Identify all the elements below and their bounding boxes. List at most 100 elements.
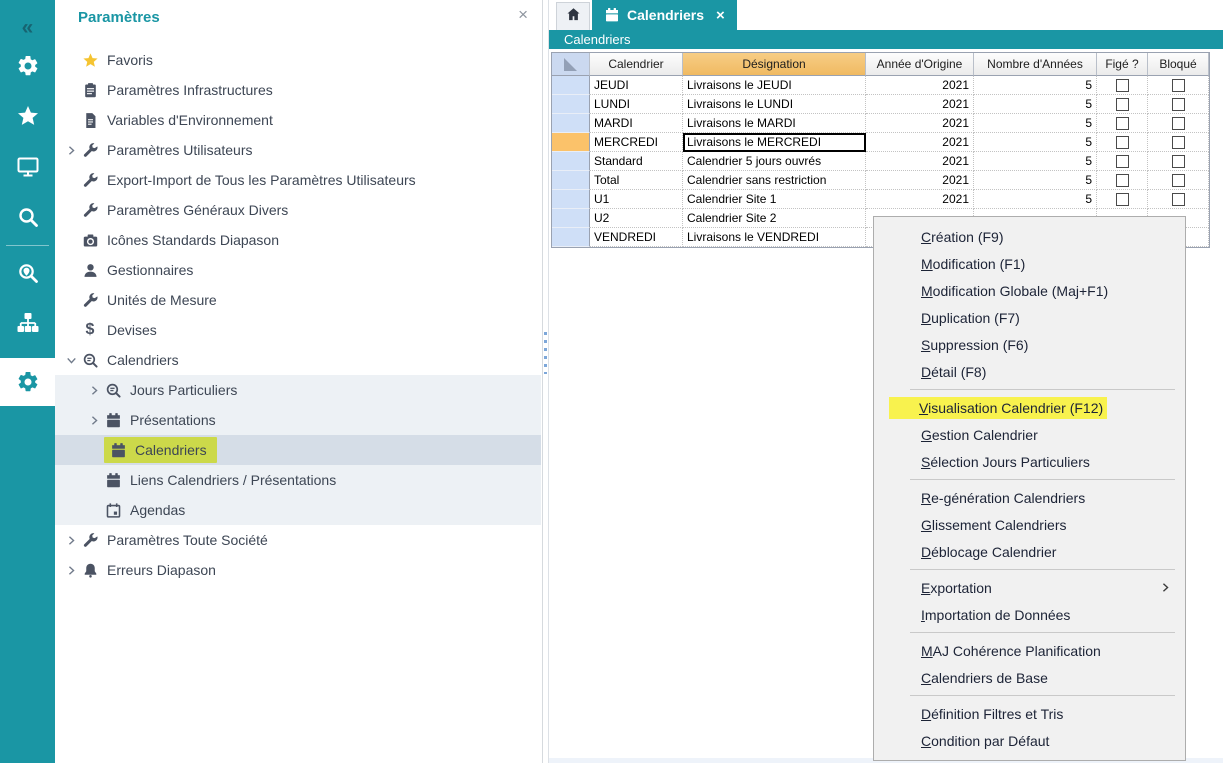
row-selector[interactable] bbox=[552, 133, 590, 152]
rail-button-favorites[interactable] bbox=[0, 94, 55, 138]
sidebar-item-liens-calendriers-presentations[interactable]: Liens Calendriers / Présentations bbox=[55, 465, 541, 495]
menu-item-maj-coherence-planification[interactable]: MAJ Cohérence Planification bbox=[874, 637, 1185, 664]
menu-item-duplication-f7[interactable]: Duplication (F7) bbox=[874, 304, 1185, 331]
rail-button-hierarchy[interactable] bbox=[0, 301, 55, 345]
row-selector[interactable] bbox=[552, 95, 590, 114]
fige-checkbox[interactable] bbox=[1116, 79, 1129, 92]
helm-icon bbox=[16, 54, 40, 78]
table-row-jeudi[interactable]: JEUDILivraisons le JEUDI20215 bbox=[552, 76, 1209, 95]
sidebar-item-gestionnaires[interactable]: Gestionnaires bbox=[55, 255, 541, 285]
menu-separator bbox=[910, 695, 1175, 696]
table-row-u1[interactable]: U1Calendrier Site 120215 bbox=[552, 190, 1209, 209]
table-row-mardi[interactable]: MARDILivraisons le MARDI20215 bbox=[552, 114, 1209, 133]
column-header-fige[interactable]: Figé ? bbox=[1097, 53, 1148, 76]
sidebar-item-unites-de-mesure[interactable]: Unités de Mesure bbox=[55, 285, 541, 315]
table-row-mercredi[interactable]: MERCREDILivraisons le MERCREDI20215 bbox=[552, 133, 1209, 152]
menu-item-glissement-calendriers[interactable]: Glissement Calendriers bbox=[874, 511, 1185, 538]
menu-item-detail-f8[interactable]: Détail (F8) bbox=[874, 358, 1185, 385]
sidebar-item-presentations[interactable]: Présentations bbox=[55, 405, 541, 435]
column-header-designation[interactable]: Désignation bbox=[683, 53, 866, 76]
wrench-icon bbox=[81, 531, 99, 549]
close-icon[interactable]: × bbox=[716, 7, 725, 24]
column-header-calendrier[interactable]: Calendrier bbox=[590, 53, 683, 76]
bloque-checkbox[interactable] bbox=[1172, 117, 1185, 130]
cell-bloque bbox=[1148, 171, 1209, 190]
chevron-right-icon[interactable] bbox=[86, 382, 102, 398]
sidebar-item-jours-particuliers[interactable]: Jours Particuliers bbox=[55, 375, 541, 405]
sidebar-item-calendriers[interactable]: Calendriers bbox=[55, 435, 541, 465]
bloque-checkbox[interactable] bbox=[1172, 193, 1185, 206]
sidebar-item-parametres-toute-societe[interactable]: Paramètres Toute Société bbox=[55, 525, 541, 555]
menu-item-definition-filtres-et-tris[interactable]: Définition Filtres et Tris bbox=[874, 700, 1185, 727]
rail-button-modules[interactable] bbox=[0, 44, 55, 88]
sidebar-item-label: Devises bbox=[107, 322, 157, 338]
rail-button-search-location[interactable] bbox=[0, 251, 55, 295]
sidebar-item-variables-d-environnement[interactable]: Variables d'Environnement bbox=[55, 105, 541, 135]
chevron-down-icon[interactable] bbox=[63, 352, 79, 368]
fige-checkbox[interactable] bbox=[1116, 136, 1129, 149]
bloque-checkbox[interactable] bbox=[1172, 174, 1185, 187]
menu-item-visualisation-calendrier-f12[interactable]: Visualisation Calendrier (F12) bbox=[874, 394, 1185, 421]
bloque-checkbox[interactable] bbox=[1172, 155, 1185, 168]
chevron-right-icon[interactable] bbox=[63, 142, 79, 158]
splitter-grip-icon bbox=[544, 332, 547, 374]
menu-item-creation-f9[interactable]: Création (F9) bbox=[874, 223, 1185, 250]
row-selector[interactable] bbox=[552, 171, 590, 190]
row-selector[interactable] bbox=[552, 228, 590, 247]
row-selector[interactable] bbox=[552, 76, 590, 95]
rail-button-display[interactable] bbox=[0, 145, 55, 189]
menu-item-label: Exportation bbox=[919, 578, 994, 598]
menu-item-calendriers-de-base[interactable]: Calendriers de Base bbox=[874, 664, 1185, 691]
chevron-right-icon[interactable] bbox=[86, 412, 102, 428]
row-selector[interactable] bbox=[552, 190, 590, 209]
menu-item-selection-jours-particuliers[interactable]: Sélection Jours Particuliers bbox=[874, 448, 1185, 475]
table-row-total[interactable]: TotalCalendrier sans restriction20215 bbox=[552, 171, 1209, 190]
sidebar-item-favoris[interactable]: Favoris bbox=[55, 45, 541, 75]
menu-item-modification-globale-maj-f1[interactable]: Modification Globale (Maj+F1) bbox=[874, 277, 1185, 304]
table-row-lundi[interactable]: LUNDILivraisons le LUNDI20215 bbox=[552, 95, 1209, 114]
bloque-checkbox[interactable] bbox=[1172, 98, 1185, 111]
sidebar-item-parametres-infrastructures[interactable]: Paramètres Infrastructures bbox=[55, 75, 541, 105]
sidebar-item-devises[interactable]: $Devises bbox=[55, 315, 541, 345]
tab-home[interactable] bbox=[556, 2, 590, 30]
fige-checkbox[interactable] bbox=[1116, 117, 1129, 130]
row-selector[interactable] bbox=[552, 114, 590, 133]
fige-checkbox[interactable] bbox=[1116, 155, 1129, 168]
tab-calendriers[interactable]: Calendriers × bbox=[592, 0, 737, 30]
chevron-right-icon[interactable] bbox=[63, 562, 79, 578]
row-selector[interactable] bbox=[552, 209, 590, 228]
sidebar-item-calendriers[interactable]: Calendriers bbox=[55, 345, 541, 375]
menu-item-exportation[interactable]: Exportation bbox=[874, 574, 1185, 601]
select-all-header[interactable] bbox=[552, 53, 590, 76]
sidebar-item-icones-standards-diapason[interactable]: Icônes Standards Diapason bbox=[55, 225, 541, 255]
fige-checkbox[interactable] bbox=[1116, 174, 1129, 187]
menu-item-label: Calendriers de Base bbox=[919, 668, 1050, 688]
sidebar-item-export-import-de-tous-les-parametres-utilisateurs[interactable]: Export-Import de Tous les Paramètres Uti… bbox=[55, 165, 541, 195]
bloque-checkbox[interactable] bbox=[1172, 79, 1185, 92]
menu-item-modification-f1[interactable]: Modification (F1) bbox=[874, 250, 1185, 277]
chevron-right-icon[interactable] bbox=[63, 532, 79, 548]
menu-item-gestion-calendrier[interactable]: Gestion Calendrier bbox=[874, 421, 1185, 448]
menu-item-condition-par-defaut[interactable]: Condition par Défaut bbox=[874, 727, 1185, 754]
column-header-bloque[interactable]: Bloqué bbox=[1148, 53, 1209, 76]
close-icon[interactable]: × bbox=[518, 6, 528, 23]
rail-button-settings[interactable] bbox=[0, 358, 55, 406]
fige-checkbox[interactable] bbox=[1116, 193, 1129, 206]
fige-checkbox[interactable] bbox=[1116, 98, 1129, 111]
menu-item-deblocage-calendrier[interactable]: Déblocage Calendrier bbox=[874, 538, 1185, 565]
column-header-nombre-d-annees[interactable]: Nombre d'Années bbox=[974, 53, 1097, 76]
sidebar-item-parametres-utilisateurs[interactable]: Paramètres Utilisateurs bbox=[55, 135, 541, 165]
sidebar-item-erreurs-diapason[interactable]: Erreurs Diapason bbox=[55, 555, 541, 585]
select-all-triangle-icon bbox=[564, 58, 577, 71]
column-header-annee-d-origine[interactable]: Année d'Origine bbox=[866, 53, 974, 76]
bloque-checkbox[interactable] bbox=[1172, 136, 1185, 149]
row-selector[interactable] bbox=[552, 152, 590, 171]
sidebar-item-parametres-generaux-divers[interactable]: Paramètres Généraux Divers bbox=[55, 195, 541, 225]
rail-button-search[interactable] bbox=[0, 195, 55, 239]
menu-item-suppression-f6[interactable]: Suppression (F6) bbox=[874, 331, 1185, 358]
table-row-standard[interactable]: StandardCalendrier 5 jours ouvrés20215 bbox=[552, 152, 1209, 171]
menu-item-re-generation-calendriers[interactable]: Re-génération Calendriers bbox=[874, 484, 1185, 511]
menu-item-label: Importation de Données bbox=[919, 605, 1072, 625]
menu-item-importation-de-donnees[interactable]: Importation de Données bbox=[874, 601, 1185, 628]
sidebar-item-agendas[interactable]: Agendas bbox=[55, 495, 541, 525]
